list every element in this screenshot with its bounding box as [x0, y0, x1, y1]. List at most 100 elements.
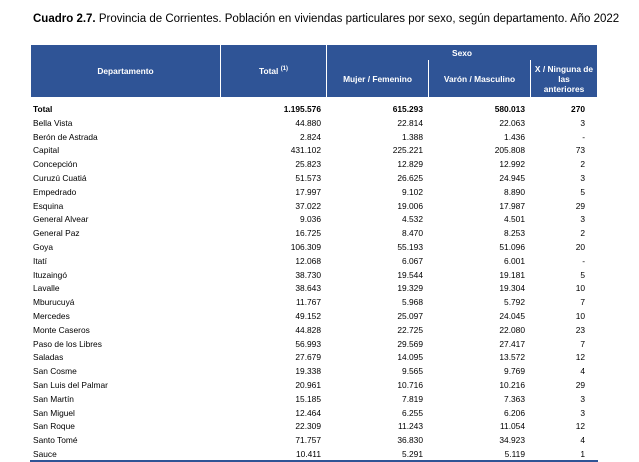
- cell-ninguna: 3: [580, 172, 586, 183]
- cell-mujer: 12.829: [397, 159, 423, 170]
- cell-departamento: San Roque: [33, 421, 75, 432]
- cell-total: 37.022: [295, 200, 321, 211]
- cell-varon: 24.045: [499, 310, 525, 321]
- header-ninguna: X / Ninguna de las anteriores: [531, 60, 598, 97]
- table-row: San Cosme 19.338 9.565 9.769 4: [31, 365, 597, 379]
- cell-departamento: Total: [33, 104, 53, 114]
- cell-total: 431.102: [290, 145, 321, 156]
- cell-varon: 6.001: [504, 255, 525, 266]
- cell-mujer: 26.625: [397, 172, 423, 183]
- cell-mujer: 6.067: [402, 255, 423, 266]
- cell-total: 49.152: [295, 310, 321, 321]
- cell-varon: 1.436: [504, 131, 525, 142]
- cell-varon: 17.987: [499, 200, 525, 211]
- cell-departamento: San Miguel: [33, 407, 75, 418]
- table-row: Goya 106.309 55.193 51.096 20: [31, 241, 597, 255]
- cell-varon: 24.945: [499, 172, 525, 183]
- cell-ninguna: -: [582, 255, 586, 266]
- cell-total: 22.309: [295, 421, 321, 432]
- cell-varon: 51.096: [499, 241, 525, 252]
- cell-mujer: 10.716: [397, 379, 423, 390]
- table-row: San Miguel 12.464 6.255 6.206 3: [31, 407, 597, 421]
- cell-ninguna: 10: [575, 283, 586, 294]
- cell-total: 15.185: [295, 393, 321, 404]
- cell-departamento: Lavalle: [33, 283, 60, 294]
- cell-varon: 8.253: [504, 228, 525, 239]
- cell-mujer: 36.830: [397, 435, 423, 446]
- table-caption: Provincia de Corrientes. Población en vi…: [95, 13, 620, 25]
- cell-ninguna: 4: [580, 366, 586, 377]
- cell-ninguna: 5: [580, 269, 586, 280]
- cell-varon: 27.417: [499, 338, 525, 349]
- table-row: Itatí 12.068 6.067 6.001 -: [31, 255, 597, 269]
- cell-mujer: 19.329: [397, 283, 423, 294]
- cell-mujer: 22.725: [397, 324, 423, 335]
- cell-ninguna: 29: [575, 200, 586, 211]
- cell-departamento: Esquina: [33, 200, 64, 211]
- population-table: Departamento Total (1) Sexo Mujer / Feme…: [30, 45, 598, 462]
- cell-mujer: 615.293: [392, 104, 423, 114]
- cell-mujer: 6.255: [402, 407, 423, 418]
- cell-varon: 19.304: [499, 283, 525, 294]
- cell-varon: 19.181: [499, 269, 525, 280]
- table-row: Bella Vista 44.880 22.814 22.063 3: [31, 117, 597, 131]
- table-row: Concepción 25.823 12.829 12.992 2: [31, 158, 597, 172]
- cell-varon: 205.808: [494, 145, 525, 156]
- table-row: General Alvear 9.036 4.532 4.501 3: [31, 213, 597, 227]
- cell-total: 20.961: [295, 379, 321, 390]
- cell-total: 44.828: [295, 324, 321, 335]
- cell-ninguna: 3: [580, 117, 586, 128]
- table-row: Paso de los Libres 56.993 29.569 27.417 7: [31, 338, 597, 352]
- cell-departamento: Ituzaingó: [33, 269, 67, 280]
- cell-mujer: 11.243: [398, 421, 423, 432]
- cell-total: 71.757: [295, 435, 321, 446]
- cell-ninguna: 7: [580, 338, 586, 349]
- cell-total: 12.464: [295, 407, 321, 418]
- cell-mujer: 9.102: [402, 186, 423, 197]
- cell-varon: 580.013: [494, 104, 525, 114]
- cell-mujer: 25.097: [397, 310, 423, 321]
- cell-departamento: Bella Vista: [33, 117, 73, 128]
- cell-total: 106.309: [290, 241, 321, 252]
- cell-total: 27.679: [295, 352, 321, 363]
- cell-ninguna: -: [582, 131, 586, 142]
- header-varon: Varón / Masculino: [429, 60, 530, 97]
- cell-departamento: San Luis del Palmar: [33, 379, 108, 390]
- table-body: Total 1.195.576 615.293 580.013 270 Bella Vis…: [31, 97, 597, 462]
- cell-departamento: Curuzú Cuatiá: [33, 172, 87, 183]
- cell-varon: 5.792: [504, 297, 525, 308]
- cell-mujer: 4.532: [402, 214, 423, 225]
- cell-mujer: 7.819: [402, 393, 423, 404]
- header-total-note: (1): [280, 66, 289, 73]
- cell-mujer: 55.193: [397, 241, 423, 252]
- cell-total: 9.036: [300, 214, 321, 225]
- cell-ninguna: 5: [580, 186, 586, 197]
- table-row: Empedrado 17.997 9.102 8.890 5: [31, 186, 597, 200]
- table-row: Berón de Astrada 2.824 1.388 1.436 -: [31, 131, 597, 145]
- cell-departamento: Goya: [33, 241, 54, 252]
- cell-departamento: Mburucuyá: [33, 297, 75, 308]
- cell-varon: 22.063: [499, 117, 525, 128]
- table-row-total: Total 1.195.576 615.293 580.013 270: [31, 97, 597, 117]
- cell-total: 16.725: [295, 228, 321, 239]
- table-row: San Luis del Palmar 20.961 10.716 10.216 29: [31, 379, 597, 393]
- header-mujer: Mujer / Femenino: [327, 60, 428, 97]
- cell-total: 11.767: [296, 297, 321, 308]
- cell-total: 12.068: [295, 255, 321, 266]
- cell-departamento: San Martín: [33, 393, 74, 404]
- cell-varon: 12.992: [499, 159, 525, 170]
- cell-departamento: Monte Caseros: [33, 324, 90, 335]
- cell-mujer: 1.388: [402, 131, 423, 142]
- table-row: Saladas 27.679 14.095 13.572 12: [31, 351, 597, 365]
- header-ninguna-line1: X / Ninguna de las: [534, 63, 594, 84]
- cell-total: 51.573: [295, 172, 321, 183]
- header-sexo: Sexo: [327, 45, 598, 61]
- table-title: Cuadro 2.7. Provincia de Corrientes. Pob…: [33, 13, 619, 25]
- cell-mujer: 9.565: [402, 366, 423, 377]
- header-ninguna-line2: anteriores: [543, 83, 585, 94]
- table-row: Ituzaingó 38.730 19.544 19.181 5: [31, 269, 597, 283]
- cell-ninguna: 12: [575, 421, 586, 432]
- cell-ninguna: 12: [575, 352, 586, 363]
- cell-ninguna: 20: [575, 241, 586, 252]
- cell-total: 1.195.576: [283, 104, 321, 114]
